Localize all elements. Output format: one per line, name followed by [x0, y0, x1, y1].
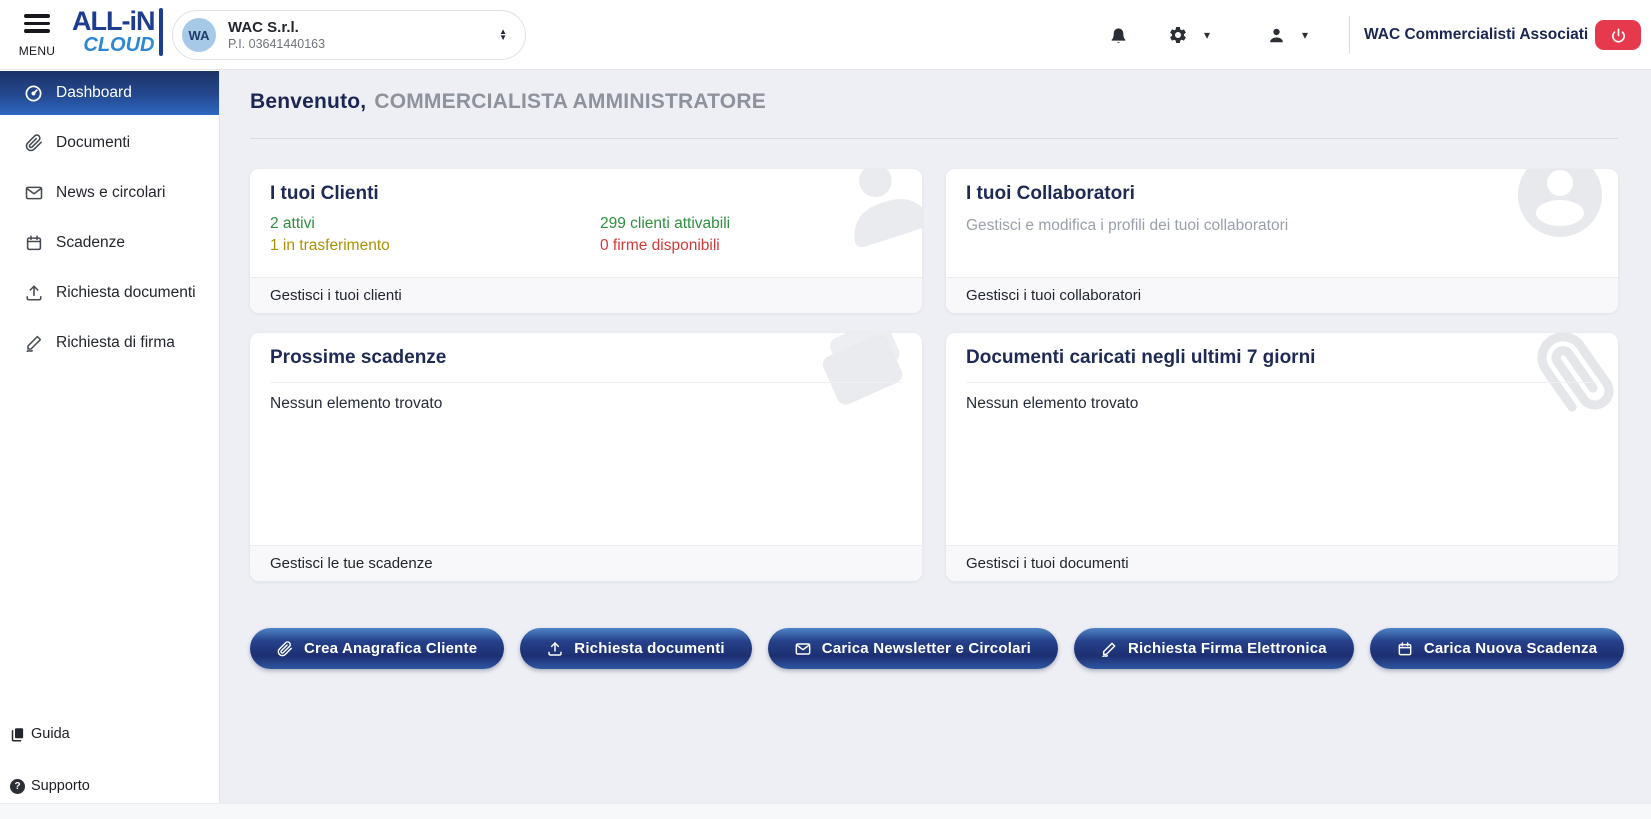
stat-activatable-clients: 299 clienti attivabili — [600, 213, 730, 235]
help-circle-icon: ? — [10, 779, 25, 794]
sidebar-item-supporto[interactable]: ? Supporto — [10, 778, 90, 794]
card-subtitle: Gestisci e modifica i profili dei tuoi c… — [966, 217, 1288, 235]
mail-icon — [795, 641, 811, 657]
power-icon — [1611, 28, 1626, 43]
sidebar-item-label: Richiesta documenti — [56, 284, 196, 302]
sidebar-item-news-e-circolari[interactable]: News e circolari — [0, 171, 219, 215]
paperclip-icon — [277, 641, 293, 657]
card-title: Documenti caricati negli ultimi 7 giorni — [966, 347, 1598, 383]
create-client-button[interactable]: Crea Anagrafica Cliente — [250, 628, 504, 669]
gear-icon[interactable] — [1166, 0, 1190, 70]
sidebar-item-label: Scadenze — [56, 234, 125, 252]
mail-icon — [24, 184, 43, 203]
stat-signatures-available: 0 firme disponibili — [600, 235, 720, 257]
sidebar-item-scadenze[interactable]: Scadenze — [0, 221, 219, 265]
topbar-right-cluster: ▾ ▾ WAC Commercialisti Associati — [0, 0, 1651, 70]
empty-state-text: Nessun elemento trovato — [270, 395, 442, 413]
sidebar-item-guida[interactable]: Guida — [10, 726, 70, 742]
manage-documents-link[interactable]: Gestisci i tuoi documenti — [946, 545, 1618, 581]
upload-newsletter-button[interactable]: Carica Newsletter e Circolari — [768, 628, 1058, 669]
sidebar-item-richiesta-di-firma[interactable]: Richiesta di firma — [0, 321, 219, 365]
manage-collaborators-link[interactable]: Gestisci i tuoi collaboratori — [946, 277, 1618, 313]
calendar-icon — [24, 234, 43, 253]
welcome-user-name: COMMERCIALISTA AMMINISTRATORE — [374, 90, 766, 113]
gauge-icon — [24, 84, 43, 103]
sidebar-item-dashboard[interactable]: Dashboard — [0, 71, 219, 115]
firm-name: WAC Commercialisti Associati — [1364, 0, 1588, 70]
upload-new-deadline-button[interactable]: Carica Nuova Scadenza — [1370, 628, 1624, 669]
sidebar-item-label: Richiesta di firma — [56, 334, 175, 352]
card-title: Prossime scadenze — [270, 347, 902, 383]
page-title: Benvenuto, COMMERCIALISTA AMMINISTRATORE — [250, 90, 766, 114]
card-title: I tuoi Clienti — [270, 183, 832, 205]
client-stats: 2 attivi 299 clienti attivabili 1 in tra… — [270, 213, 902, 257]
settings-caret-icon[interactable]: ▾ — [1198, 0, 1216, 70]
card-recent-documents: Documenti caricati negli ultimi 7 giorni… — [946, 333, 1618, 581]
signature-icon — [1101, 641, 1117, 657]
stat-active-clients: 2 attivi — [270, 213, 600, 235]
sidebar-footer-label: Guida — [31, 726, 70, 742]
action-button-label: Carica Nuova Scadenza — [1424, 640, 1597, 657]
card-title: I tuoi Collaboratori — [966, 183, 1528, 205]
card-deadlines: Prossime scadenze Nessun elemento trovat… — [250, 333, 922, 581]
welcome-divider — [250, 138, 1618, 139]
calendar-icon — [1397, 641, 1413, 657]
signature-icon — [24, 334, 43, 353]
top-bar: MENU ALL-iN CLOUD WA WAC S.r.l. P.I. 036… — [0, 0, 1651, 70]
stat-clients-in-transfer: 1 in trasferimento — [270, 235, 600, 257]
manage-clients-link[interactable]: Gestisci i tuoi clienti — [250, 277, 922, 313]
account-caret-icon[interactable]: ▾ — [1296, 0, 1314, 70]
card-collaborators: I tuoi Collaboratori Gestisci e modifica… — [946, 169, 1618, 313]
action-button-label: Crea Anagrafica Cliente — [304, 640, 477, 657]
sidebar-item-label: Dashboard — [56, 84, 132, 102]
quick-actions: Crea Anagrafica Cliente Richiesta docume… — [250, 628, 1624, 669]
request-esignature-button[interactable]: Richiesta Firma Elettronica — [1074, 628, 1354, 669]
sidebar-item-documenti[interactable]: Documenti — [0, 121, 219, 165]
welcome-prefix: Benvenuto, — [250, 90, 366, 113]
paperclip-icon — [24, 134, 43, 153]
horizontal-scrollbar-track[interactable] — [0, 803, 1651, 819]
empty-state-text: Nessun elemento trovato — [966, 395, 1138, 413]
action-button-label: Richiesta Firma Elettronica — [1128, 640, 1327, 657]
main-content: Benvenuto,COMMERCIALISTA AMMINISTRATORE … — [220, 70, 1651, 819]
topbar-divider — [1349, 16, 1350, 54]
card-clients: I tuoi Clienti 2 attivi 299 clienti atti… — [250, 169, 922, 313]
book-icon — [10, 727, 25, 742]
request-documents-button[interactable]: Richiesta documenti — [520, 628, 752, 669]
action-button-label: Carica Newsletter e Circolari — [822, 640, 1031, 657]
sidebar-item-label: Documenti — [56, 134, 130, 152]
sidebar-item-label: News e circolari — [56, 184, 165, 202]
sidebar-footer-label: Supporto — [31, 778, 90, 794]
sidebar: Dashboard Documenti News e circolari Sca… — [0, 70, 220, 803]
person-circle-icon — [1516, 169, 1604, 244]
action-button-label: Richiesta documenti — [574, 640, 725, 657]
app-root: MENU ALL-iN CLOUD WA WAC S.r.l. P.I. 036… — [0, 0, 1651, 819]
upload-icon — [547, 641, 563, 657]
bell-icon[interactable] — [1106, 0, 1130, 70]
user-icon[interactable] — [1264, 0, 1288, 70]
manage-deadlines-link[interactable]: Gestisci le tue scadenze — [250, 545, 922, 581]
logout-button[interactable] — [1595, 20, 1641, 50]
sidebar-item-richiesta-documenti[interactable]: Richiesta documenti — [0, 271, 219, 315]
upload-icon — [24, 284, 43, 303]
